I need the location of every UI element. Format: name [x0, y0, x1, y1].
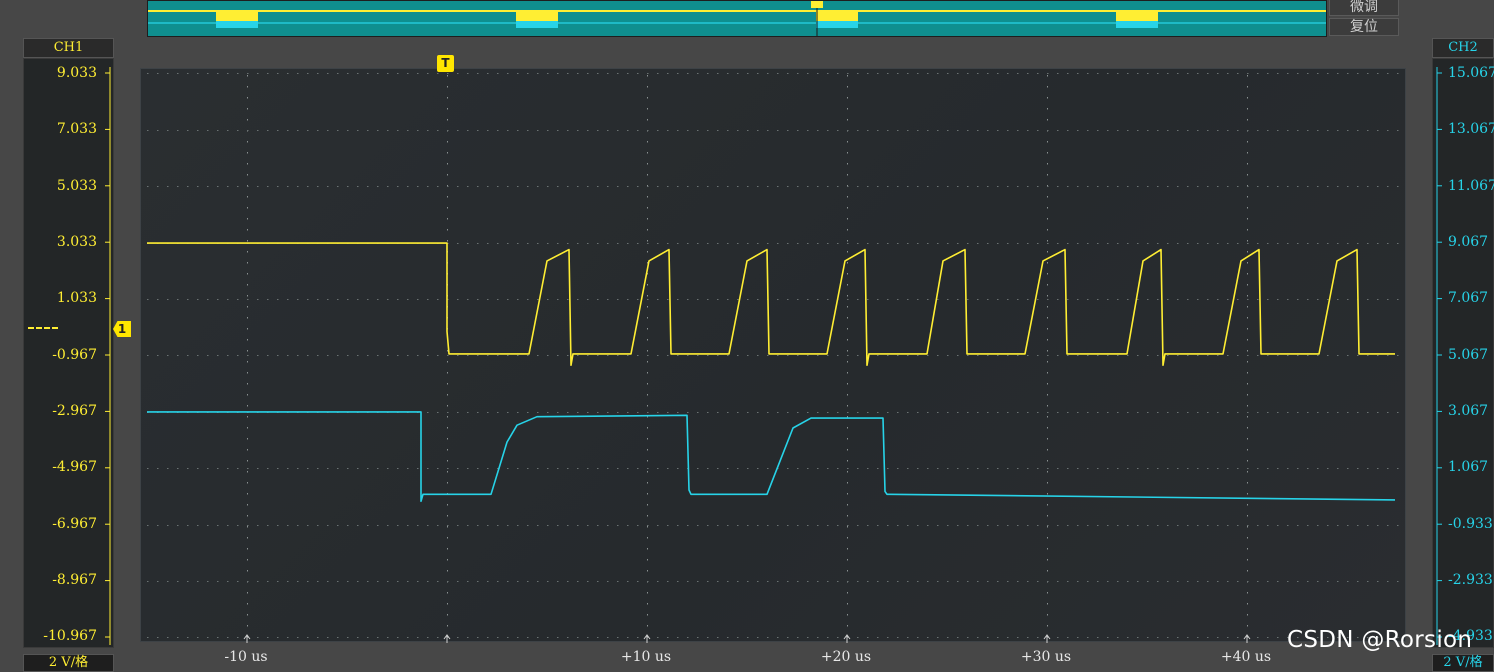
overview-ch2-burst	[516, 21, 558, 28]
ch1-tick-label: 3.033	[56, 234, 97, 250]
ch2-tick-label: -0.933	[1448, 516, 1493, 532]
ch2-tick-label: 15.067	[1448, 65, 1494, 81]
overview-ch1-burst	[516, 10, 558, 21]
overview-ch1-burst	[816, 10, 858, 21]
ch2-tick-label: 1.067	[1448, 459, 1489, 475]
overview-waveform	[148, 1, 1326, 36]
ch1-trace	[147, 242, 1395, 367]
time-tick-label: +30 us	[1020, 649, 1072, 665]
time-tick-label: -10 us	[224, 649, 268, 665]
ch1-tick-label: 1.033	[56, 290, 97, 306]
time-tick-mark	[1243, 634, 1251, 643]
ch1-tick-label: -10.967	[43, 628, 97, 644]
ch2-tick-label: 3.067	[1448, 403, 1489, 419]
overview-trigger-marker	[811, 1, 823, 8]
ch2-tick-label: -2.933	[1448, 572, 1493, 588]
waveform-canvas	[147, 73, 1399, 643]
ch1-level-indicator	[28, 327, 58, 332]
ch1-tick-label: -2.967	[52, 403, 97, 419]
ch2-tick-label: 7.067	[1448, 290, 1489, 306]
ch2-header[interactable]: CH2	[1432, 38, 1494, 58]
ch1-volts-per-div[interactable]: 2 V/格	[23, 654, 114, 672]
ch2-tick-label: 13.067	[1448, 121, 1494, 137]
ch2-tick-label: 9.067	[1448, 234, 1489, 250]
ch1-tick-label: -4.967	[52, 459, 97, 475]
waveform-overview-bar[interactable]	[147, 0, 1327, 37]
ch2-volts-per-div[interactable]: 2 V/格	[1432, 654, 1494, 672]
watermark: CSDN @Rorsion	[1287, 627, 1473, 653]
ch1-tick-label: -6.967	[52, 516, 97, 532]
time-tick-mark	[443, 634, 451, 643]
ch2-trace	[147, 411, 1396, 503]
plot-grid	[147, 73, 1399, 638]
overview-ch2-burst	[1116, 21, 1158, 28]
time-tick-label: +20 us	[820, 649, 872, 665]
time-tick-mark	[243, 634, 251, 643]
ch1-offset-marker[interactable]: 1	[113, 321, 131, 337]
ch1-tick-label: -0.967	[52, 347, 97, 363]
overview-ch2-burst	[216, 21, 258, 28]
ch2-tick-label: 5.067	[1448, 347, 1489, 363]
overview-ch1-burst	[1116, 10, 1158, 21]
waveform-plot-area[interactable]	[140, 68, 1406, 643]
trigger-position-marker[interactable]: T	[437, 55, 454, 72]
time-tick-mark	[643, 634, 651, 643]
ch1-tick-label: -8.967	[52, 572, 97, 588]
ch1-tick-label: 5.033	[56, 178, 97, 194]
time-tick-mark	[843, 634, 851, 643]
ch1-tick-label: 9.033	[56, 65, 97, 81]
ch1-tick-label: 7.033	[56, 121, 97, 137]
time-tick-label: +40 us	[1220, 649, 1272, 665]
time-tick-mark	[1043, 634, 1051, 643]
time-tick-label: +10 us	[620, 649, 672, 665]
overview-ch1-burst	[216, 10, 258, 21]
ch1-header[interactable]: CH1	[23, 38, 114, 58]
overview-ch2-burst	[816, 21, 858, 28]
reset-button[interactable]: 复位	[1329, 18, 1399, 36]
ch2-tick-label: 11.067	[1448, 178, 1494, 194]
fine-tune-button[interactable]: 微调	[1329, 0, 1399, 16]
